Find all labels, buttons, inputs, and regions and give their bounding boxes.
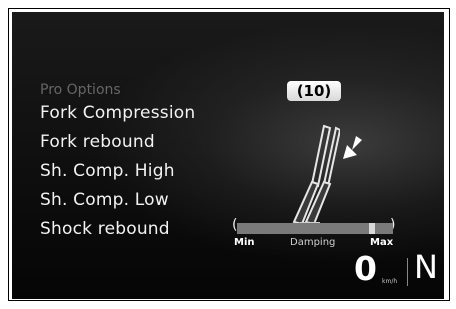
- menu-item-shock-compression-low[interactable]: Sh. Comp. Low: [40, 190, 169, 210]
- damping-bar[interactable]: [237, 221, 393, 234]
- fork-suspension-icon: [292, 124, 340, 231]
- damping-min-label: Min: [234, 237, 255, 248]
- arrow-down-left-icon: [343, 136, 362, 159]
- damping-bar-center-tick: [314, 221, 316, 223]
- gear-indicator: N: [414, 248, 438, 286]
- menu-item-shock-rebound[interactable]: Shock rebound: [40, 219, 170, 239]
- damping-level-marker: [369, 223, 375, 234]
- dashboard-screen: Pro Options Fork Compression Fork reboun…: [12, 12, 444, 299]
- menu-item-fork-rebound[interactable]: Fork rebound: [40, 132, 155, 152]
- damping-max-label: Max: [370, 237, 394, 248]
- damping-center-label: Damping: [290, 237, 336, 248]
- menu-header: Pro Options: [40, 82, 121, 98]
- menu-item-fork-compression[interactable]: Fork Compression: [40, 103, 195, 123]
- speed-unit: km/h: [382, 278, 398, 285]
- status-divider: [407, 258, 408, 286]
- speed-readout: 0: [354, 249, 377, 288]
- menu-item-shock-compression-high[interactable]: Sh. Comp. High: [40, 161, 175, 181]
- setting-value-badge: (10): [287, 81, 341, 101]
